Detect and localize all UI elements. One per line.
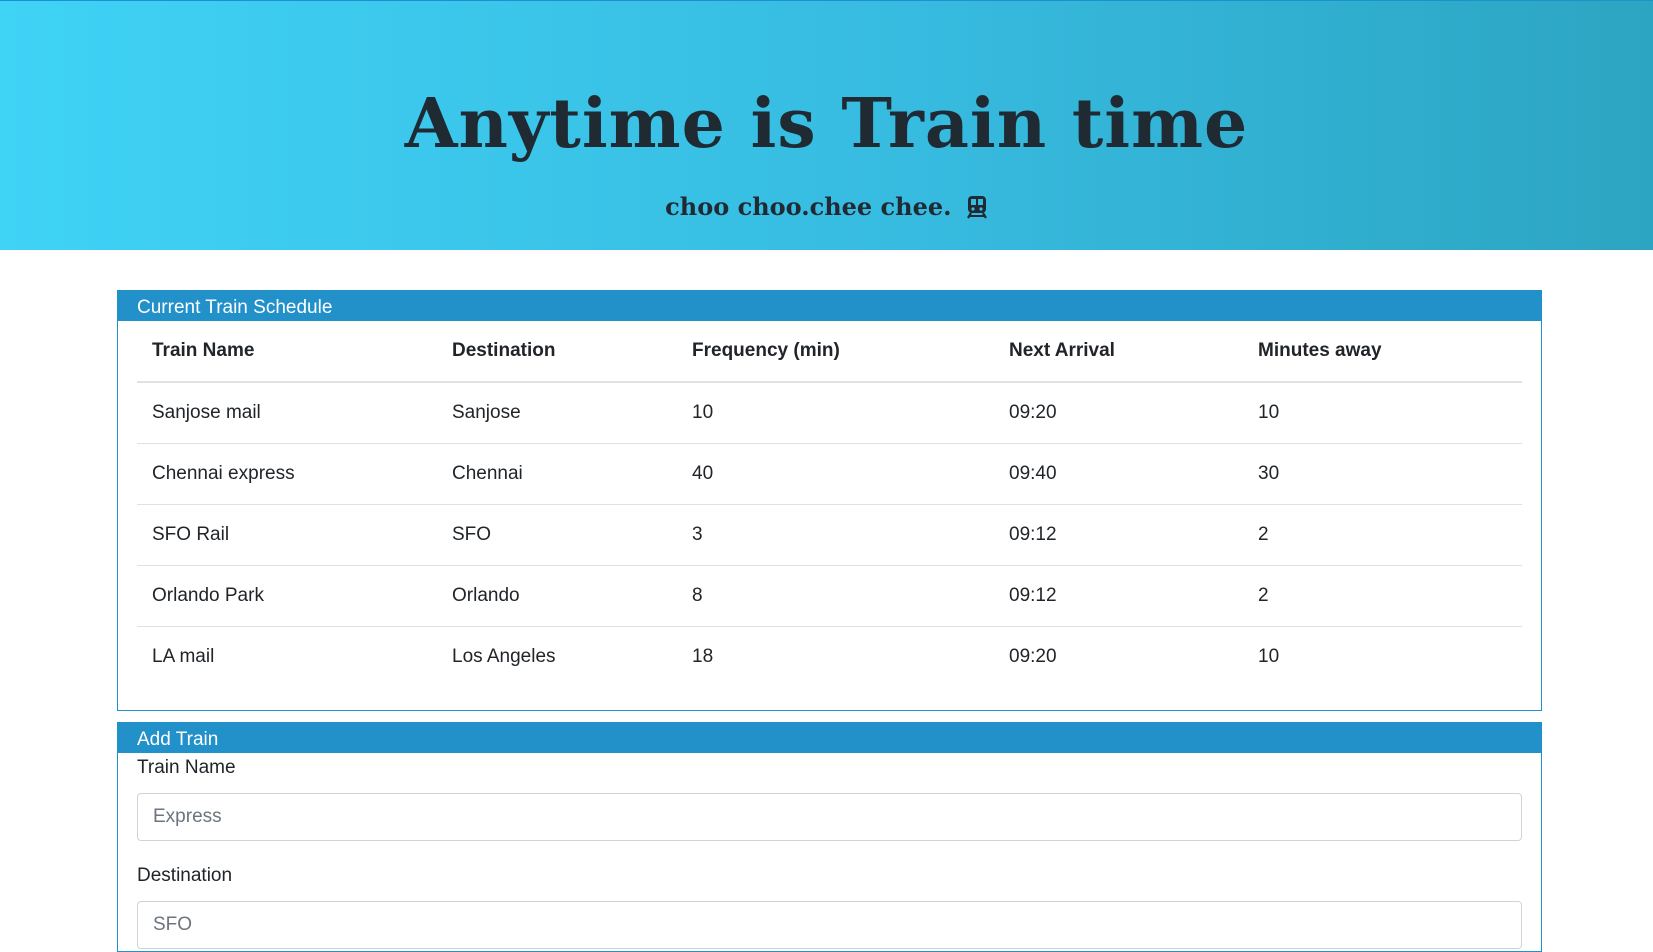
- schedule-table: Train Name Destination Frequency (min) N…: [137, 321, 1522, 687]
- cell-next-arrival: 09:12: [994, 565, 1243, 627]
- cell-destination: Los Angeles: [452, 645, 556, 667]
- cell-next-arrival: 09:40: [994, 443, 1243, 505]
- table-row: Sanjose mail Sanjose 10 09:20 10: [137, 382, 1522, 444]
- cell-frequency: 10: [677, 382, 994, 444]
- column-header-frequency: Frequency (min): [677, 321, 994, 383]
- train-name-input[interactable]: [137, 793, 1522, 841]
- cell-train-name: Chennai express: [137, 443, 437, 505]
- train-name-label: Train Name: [137, 757, 236, 778]
- cell-next-arrival: 09:20: [994, 382, 1243, 444]
- column-header-train-name: Train Name: [137, 321, 437, 383]
- add-train-card-header: Add Train: [118, 723, 1541, 753]
- column-header-destination: Destination: [437, 321, 677, 383]
- cell-destination: Chennai: [437, 443, 677, 505]
- cell-frequency: 8: [677, 565, 994, 627]
- train-schedule-card: Current Train Schedule Train Name Destin…: [117, 290, 1542, 711]
- cell-frequency: 3: [677, 504, 994, 566]
- subtitle-text: choo choo.chee chee.: [665, 192, 952, 221]
- table-row: LA mail Los Angeles 18 09:20 10: [137, 626, 1522, 687]
- cell-minutes-away: 10: [1258, 645, 1280, 667]
- cell-destination: Sanjose: [437, 382, 677, 444]
- cell-next-arrival: 09:20: [1009, 645, 1057, 667]
- table-row: SFO Rail SFO 3 09:12 2: [137, 504, 1522, 566]
- cell-destination: SFO: [437, 504, 677, 566]
- cell-frequency: 40: [677, 443, 994, 505]
- cell-train-name: SFO Rail: [137, 504, 437, 566]
- page-title: Anytime is Train time: [404, 84, 1249, 164]
- column-header-minutes-away: Minutes away: [1243, 321, 1522, 383]
- column-header-next-arrival: Next Arrival: [994, 321, 1243, 383]
- hero-banner: Anytime is Train time choo choo.chee che…: [0, 0, 1653, 250]
- train-icon: [966, 191, 988, 219]
- table-row: Orlando Park Orlando 8 09:12 2: [137, 565, 1522, 627]
- table-header-row: Train Name Destination Frequency (min) N…: [137, 321, 1522, 383]
- destination-label: Destination: [137, 865, 233, 886]
- cell-minutes-away: 10: [1243, 382, 1522, 444]
- page-subtitle: choo choo.chee chee.: [0, 187, 1653, 227]
- destination-input[interactable]: [137, 901, 1522, 949]
- cell-frequency: 18: [692, 645, 714, 667]
- cell-next-arrival: 09:12: [994, 504, 1243, 566]
- cell-minutes-away: 2: [1243, 504, 1522, 566]
- add-train-card: Add Train Train Name Destination: [117, 722, 1542, 952]
- cell-destination: Orlando: [437, 565, 677, 627]
- cell-minutes-away: 2: [1243, 565, 1522, 627]
- cell-train-name: Sanjose mail: [137, 382, 437, 444]
- cell-minutes-away: 30: [1243, 443, 1522, 505]
- schedule-card-header: Current Train Schedule: [118, 291, 1541, 321]
- cell-train-name: LA mail: [152, 645, 215, 667]
- cell-train-name: Orlando Park: [137, 565, 437, 627]
- table-row: Chennai express Chennai 40 09:40 30: [137, 443, 1522, 505]
